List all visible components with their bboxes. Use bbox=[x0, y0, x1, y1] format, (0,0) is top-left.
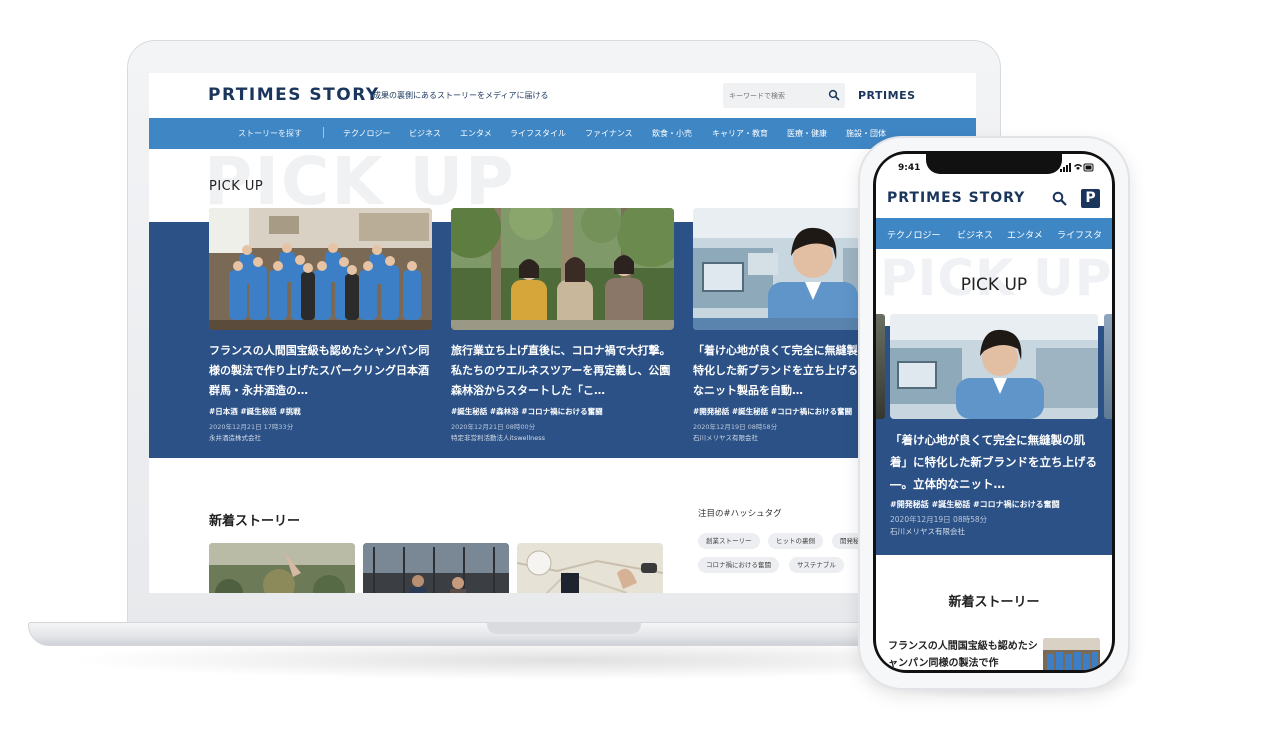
card-tags[interactable]: #誕生秘話 #森林浴 #コロナ禍における奮闘 bbox=[451, 406, 674, 417]
card-company: 特定非営利活動法人itswellness bbox=[451, 434, 546, 442]
card-image-factory-woman[interactable] bbox=[890, 314, 1098, 419]
new-stories-title: 新着ストーリー bbox=[209, 514, 301, 529]
phone-notch bbox=[926, 154, 1062, 174]
pickup-title: PICK UP bbox=[209, 179, 264, 194]
story-row-title[interactable]: フランスの人間国宝級も認めたシャンパン同様の製法で作 bbox=[888, 638, 1038, 670]
search-box bbox=[723, 83, 845, 108]
card-date: 2020年12月21日 08時00分 bbox=[451, 423, 536, 431]
nav-divider bbox=[323, 127, 324, 138]
card-title[interactable]: 旅行業立ち上げ直後に、コロナ禍で大打撃。私たちのウエルネスツアーを再定義し、公園… bbox=[451, 341, 674, 401]
prtimes-link[interactable]: PRTIMES bbox=[858, 89, 916, 102]
hashtag-chip[interactable]: コロナ禍における奮闘 bbox=[698, 557, 779, 573]
status-icons bbox=[1060, 163, 1094, 172]
nav-item-food-retail[interactable]: 飲食・小売 bbox=[652, 128, 692, 139]
desktop-screen: PRTIMES STORY 成果の裏側にあるストーリーをメディアに届ける PRT… bbox=[149, 73, 976, 593]
status-time: 9:41 bbox=[898, 163, 921, 173]
nav-item-business[interactable]: ビジネス bbox=[957, 228, 993, 241]
site-logo[interactable]: PRTIMES STORY bbox=[208, 85, 380, 105]
pickup-card[interactable]: 「着け心地が良くて完全に無縫製の肌着」に特化した新ブランドを立ち上げる―。立体的… bbox=[890, 314, 1098, 537]
next-card-peek[interactable] bbox=[1104, 314, 1112, 419]
prtimes-p-icon[interactable]: P bbox=[1081, 189, 1100, 208]
nav-item-facilities[interactable]: 施設・団体 bbox=[846, 128, 886, 139]
search-icon[interactable] bbox=[828, 89, 840, 101]
hashtag-chip[interactable]: 創業ストーリー bbox=[698, 533, 760, 549]
nav-item-entertainment[interactable]: エンタメ bbox=[1007, 228, 1043, 241]
laptop-notch bbox=[487, 622, 641, 634]
pickup-card[interactable]: 旅行業立ち上げ直後に、コロナ禍で大打撃。私たちのウエルネスツアーを再定義し、公園… bbox=[451, 208, 674, 442]
card-date: 2020年12月19日 08時58分 bbox=[890, 515, 988, 524]
mobile-screen: 9:41 PRTIMES STORY P テクノロジー ビジネス エンタメ ライ… bbox=[876, 154, 1112, 670]
pickup-title: PICK UP bbox=[960, 275, 1028, 295]
card-company: 石川メリヤス有限会社 bbox=[890, 527, 965, 536]
prev-card-peek[interactable] bbox=[876, 314, 885, 419]
nav-item-entertainment[interactable]: エンタメ bbox=[460, 128, 492, 139]
story-thumb-map[interactable] bbox=[517, 543, 663, 593]
nav-item-technology[interactable]: テクノロジー bbox=[343, 128, 391, 139]
card-title[interactable]: フランスの人間国宝級も認めたシャンパン同様の製法で作り上げたスパークリング日本酒… bbox=[209, 341, 432, 401]
story-thumb-garden[interactable] bbox=[209, 543, 355, 593]
hashtag-title: 注目の#ハッシュタグ bbox=[698, 509, 782, 519]
nav-item-lifestyle[interactable]: ライフスタイル bbox=[510, 128, 566, 139]
nav-item-medical-health[interactable]: 医療・健康 bbox=[787, 128, 827, 139]
story-row-thumb[interactable] bbox=[1043, 638, 1100, 670]
card-tags[interactable]: #日本酒 #誕生秘話 #挑戦 bbox=[209, 406, 432, 417]
hashtag-chip[interactable]: サステナブル bbox=[789, 557, 844, 573]
pickup-card[interactable]: フランスの人間国宝級も認めたシャンパン同様の製法で作り上げたスパークリング日本酒… bbox=[209, 208, 432, 442]
card-image-forest-women[interactable] bbox=[451, 208, 674, 330]
site-tagline: 成果の裏側にあるストーリーをメディアに届ける bbox=[373, 91, 549, 100]
hashtag-chip[interactable]: ヒットの裏側 bbox=[768, 533, 823, 549]
card-title[interactable]: 「着け心地が良くて完全に無縫製の肌着」に特化した新ブランドを立ち上げる―。立体的… bbox=[890, 429, 1098, 495]
search-icon[interactable] bbox=[1052, 191, 1067, 206]
new-stories-title: 新着ストーリー bbox=[948, 595, 1040, 610]
nav-item-technology[interactable]: テクノロジー bbox=[887, 228, 940, 241]
nav-item-business[interactable]: ビジネス bbox=[409, 128, 441, 139]
mobile-category-nav: テクノロジー ビジネス エンタメ ライフスタ bbox=[876, 218, 1112, 249]
nav-item-career-education[interactable]: キャリア・教育 bbox=[712, 128, 768, 139]
site-header: PRTIMES STORY 成果の裏側にあるストーリーをメディアに届ける PRT… bbox=[149, 73, 976, 118]
card-company: 永井酒造株式会社 bbox=[209, 434, 261, 442]
nav-item-finance[interactable]: ファイナンス bbox=[585, 128, 633, 139]
card-tags[interactable]: #開発秘話 #誕生秘話 #コロナ禍における奮闘 bbox=[890, 499, 1098, 510]
mobile-logo[interactable]: PRTIMES STORY bbox=[887, 190, 1025, 206]
card-image-sake-brewery[interactable] bbox=[209, 208, 432, 330]
nav-item-lifestyle[interactable]: ライフスタ bbox=[1057, 228, 1102, 241]
story-thumb-office[interactable] bbox=[363, 543, 509, 593]
search-input[interactable] bbox=[729, 89, 824, 102]
card-date: 2020年12月21日 17時33分 bbox=[209, 423, 294, 431]
nav-find-stories[interactable]: ストーリーを探す bbox=[238, 128, 302, 139]
